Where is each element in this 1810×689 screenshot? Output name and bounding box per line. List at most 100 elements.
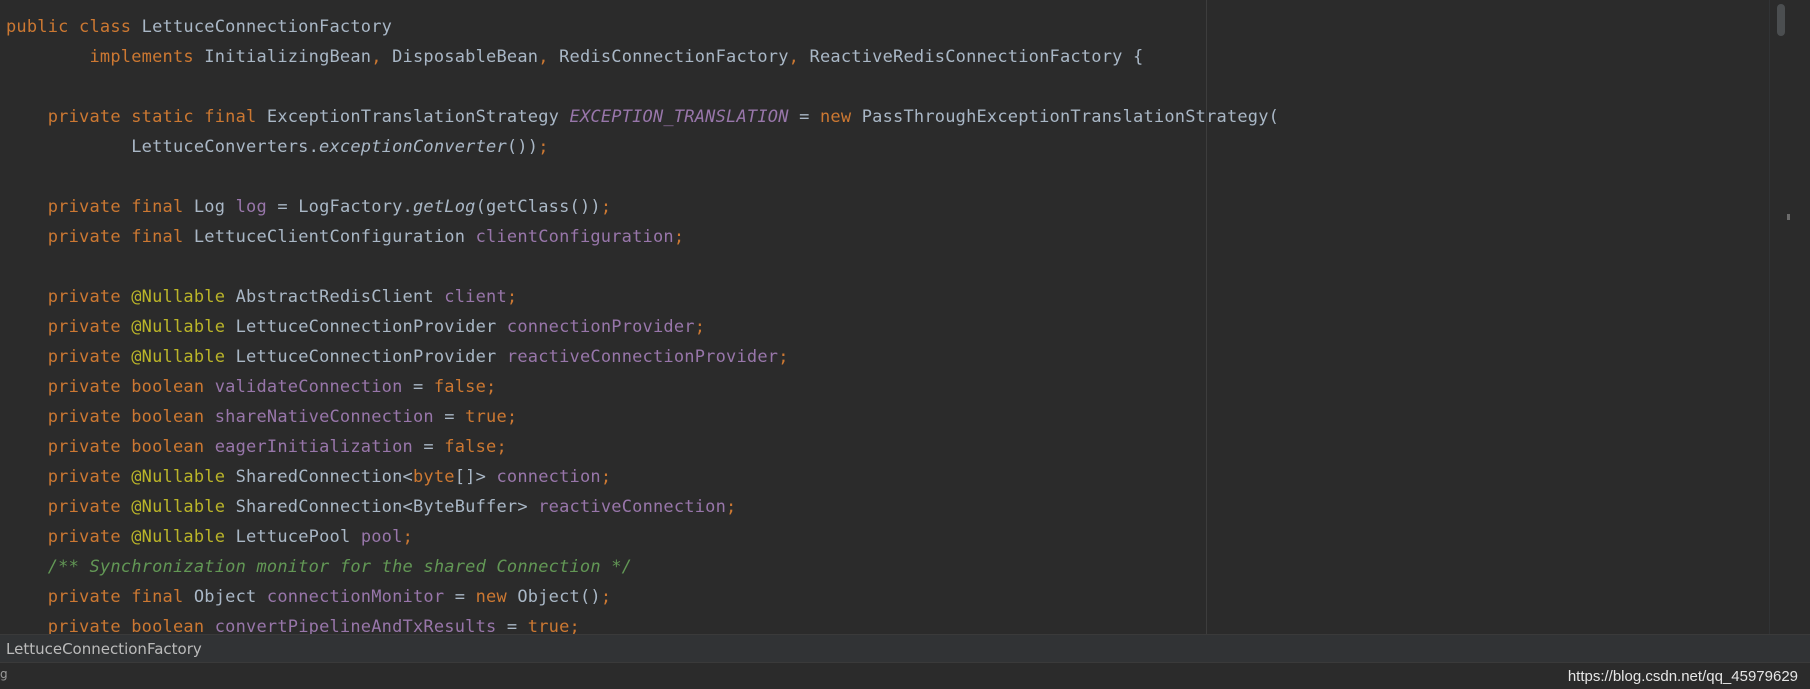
code-token: private boolean <box>47 377 215 397</box>
code-line[interactable]: LettuceConverters.exceptionConverter()); <box>6 132 1279 162</box>
code-token: ; <box>538 137 549 157</box>
code-token: ; <box>600 197 612 217</box>
code-token: []> <box>454 467 497 487</box>
code-token: private final <box>47 197 194 217</box>
code-token: new <box>475 587 518 607</box>
code-line[interactable]: private boolean shareNativeConnection = … <box>6 402 1279 432</box>
code-token: ; <box>402 527 413 547</box>
code-token: @Nullable <box>131 347 236 367</box>
code-line[interactable] <box>6 162 1279 192</box>
code-token: reactiveConnection <box>538 497 727 517</box>
code-token: shareNativeConnection <box>214 407 434 427</box>
code-token: = <box>496 617 528 634</box>
code-token: log <box>235 197 267 217</box>
scrollbar-marker <box>1787 214 1790 220</box>
code-token: PassThroughExceptionTranslationStrategy( <box>861 107 1280 127</box>
code-line[interactable]: private @Nullable SharedConnection<byte[… <box>6 462 1279 492</box>
code-token: private <box>47 287 132 307</box>
code-token: private boolean <box>47 617 215 634</box>
code-token: , <box>538 47 560 67</box>
code-token: LettucePool <box>235 527 361 547</box>
code-token: clientConfiguration <box>475 227 674 247</box>
code-token: , <box>788 47 810 67</box>
vertical-scrollbar[interactable] <box>1769 0 1790 634</box>
code-token: @Nullable <box>131 497 236 517</box>
code-token: = LogFactory. <box>266 197 413 217</box>
code-line[interactable]: private @Nullable AbstractRedisClient cl… <box>6 282 1279 312</box>
code-token: private <box>47 527 132 547</box>
code-token: @Nullable <box>131 527 236 547</box>
code-token: Object <box>193 587 267 607</box>
breadcrumb-class[interactable]: LettuceConnectionFactory <box>6 635 202 663</box>
code-line[interactable]: private final Log log = LogFactory.getLo… <box>6 192 1279 222</box>
code-token: ExceptionTranslationStrategy <box>266 107 570 127</box>
code-line[interactable] <box>6 72 1279 102</box>
code-line[interactable]: public class LettuceConnectionFactory <box>6 12 1279 42</box>
code-token: /** Synchronization monitor for the shar… <box>47 557 633 577</box>
code-token: RedisConnectionFactory <box>559 47 789 67</box>
code-token: = <box>412 437 445 457</box>
code-token: connectionMonitor <box>266 587 445 607</box>
code-token: @Nullable <box>131 317 236 337</box>
code-line[interactable] <box>6 252 1279 282</box>
code-token: private boolean <box>47 407 215 427</box>
code-token: ; <box>726 497 737 517</box>
code-line[interactable]: implements InitializingBean, DisposableB… <box>6 42 1279 72</box>
code-line[interactable]: /** Synchronization monitor for the shar… <box>6 552 1279 582</box>
code-token: false; <box>444 437 507 457</box>
code-token: private boolean <box>47 437 215 457</box>
status-bar: g https://blog.csdn.net/qq_45979629 <box>0 662 1810 689</box>
code-token: InitializingBean <box>204 47 372 67</box>
code-token: Log <box>193 197 236 217</box>
code-line[interactable]: private boolean convertPipelineAndTxResu… <box>6 612 1279 634</box>
code-token: ; <box>506 287 518 307</box>
code-token: = <box>402 377 434 397</box>
code-editor[interactable]: public class LettuceConnectionFactory im… <box>0 0 1790 634</box>
code-token: implements <box>89 47 205 67</box>
vertical-scrollbar-thumb[interactable] <box>1777 4 1785 36</box>
code-line[interactable]: private final Object connectionMonitor =… <box>6 582 1279 612</box>
code-token: , <box>371 47 393 67</box>
code-line[interactable]: private static final ExceptionTranslatio… <box>6 102 1279 132</box>
code-line[interactable]: private boolean eagerInitialization = fa… <box>6 432 1279 462</box>
code-lines[interactable]: public class LettuceConnectionFactory im… <box>6 12 1279 634</box>
code-token: validateConnection <box>214 377 403 397</box>
code-line[interactable]: private final LettuceClientConfiguration… <box>6 222 1279 252</box>
code-token: byte <box>413 467 455 487</box>
code-token: connection <box>496 467 601 487</box>
code-token: LettuceClientConfiguration <box>193 227 476 247</box>
breadcrumb-bar: LettuceConnectionFactory <box>0 634 1810 663</box>
code-line[interactable]: private @Nullable LettucePool pool; <box>6 522 1279 552</box>
code-token: @Nullable <box>131 287 236 307</box>
code-token: SharedConnection< <box>235 467 413 487</box>
code-token: (getClass()) <box>475 197 601 217</box>
code-token: connectionProvider <box>506 317 695 337</box>
code-token: ; <box>694 317 706 337</box>
code-line[interactable]: private boolean validateConnection = fal… <box>6 372 1279 402</box>
code-line[interactable]: private @Nullable LettuceConnectionProvi… <box>6 312 1279 342</box>
code-token: ReactiveRedisConnectionFactory { <box>809 47 1144 67</box>
code-token: ; <box>600 587 612 607</box>
code-token: client <box>444 287 507 307</box>
code-line[interactable]: private @Nullable SharedConnection<ByteB… <box>6 492 1279 522</box>
code-token: EXCEPTION_TRANSLATION <box>569 107 789 127</box>
code-token: LettuceConverters. <box>6 137 320 157</box>
code-token: pool <box>360 527 403 547</box>
code-line[interactable]: private @Nullable LettuceConnectionProvi… <box>6 342 1279 372</box>
code-token: ()) <box>506 137 539 157</box>
watermark-text: https://blog.csdn.net/qq_45979629 <box>1567 668 1798 685</box>
code-token: convertPipelineAndTxResults <box>214 617 497 634</box>
code-token: private final <box>47 587 194 607</box>
code-token: LettuceConnectionFactory <box>141 17 393 37</box>
